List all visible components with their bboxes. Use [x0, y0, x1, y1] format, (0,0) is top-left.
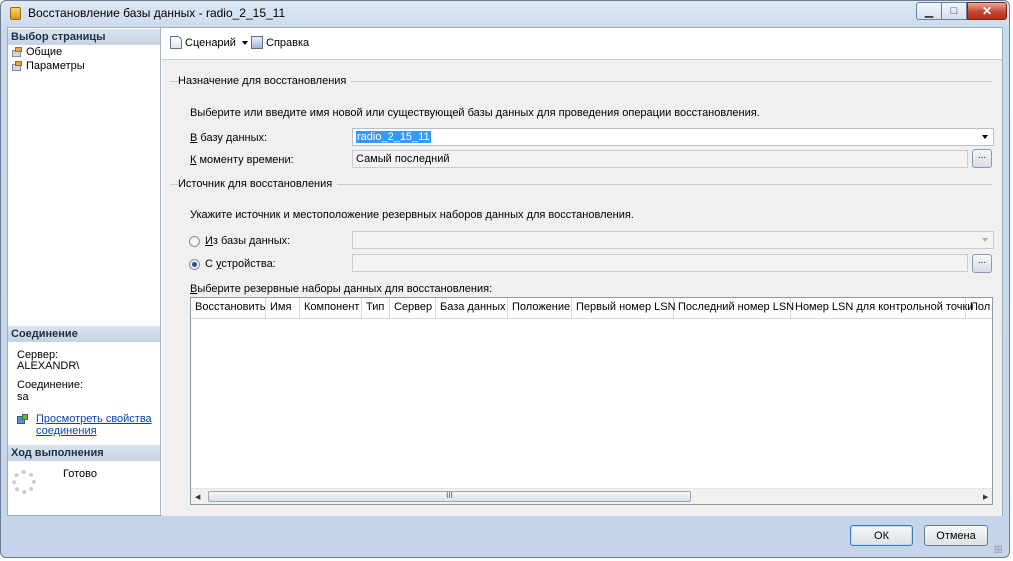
- help-label: Справка: [266, 36, 310, 49]
- select-page-header: Выбор страницы: [8, 29, 160, 45]
- from-device-browse-button[interactable]: ...: [972, 254, 992, 273]
- source-group-title: Источник для восстановления: [178, 178, 338, 190]
- point-in-time-browse-button[interactable]: ...: [972, 149, 992, 168]
- close-icon: ✕: [981, 4, 993, 18]
- column-header-server[interactable]: Сервер: [390, 298, 436, 318]
- column-header-last-lsn[interactable]: Последний номер LSN: [674, 298, 794, 318]
- scroll-thumb[interactable]: III: [208, 491, 691, 502]
- progress-header: Ход выполнения: [8, 445, 160, 461]
- from-device-radio[interactable]: [189, 259, 200, 270]
- title-bar: Восстановление базы данных - radio_2_15_…: [1, 1, 1007, 25]
- column-header-position[interactable]: Положение: [508, 298, 572, 318]
- window-title: Восстановление базы данных - radio_2_15_…: [28, 6, 286, 20]
- ok-button[interactable]: ОК: [850, 525, 913, 546]
- script-icon: [170, 36, 182, 49]
- minimize-icon: ▁: [924, 5, 934, 18]
- grid-header-row: Восстановить Имя Компонент Тип Сервер Ба…: [191, 298, 992, 319]
- database-icon: [10, 7, 21, 20]
- minimize-button[interactable]: ▁: [916, 2, 942, 20]
- connection-label: Соединение:: [17, 379, 84, 391]
- column-header-first-lsn[interactable]: Первый номер LSN: [572, 298, 676, 318]
- from-device-field: [352, 254, 968, 272]
- point-in-time-label: К моменту времени:: [190, 154, 294, 166]
- to-database-combobox[interactable]: radio_2_15_11: [352, 128, 994, 146]
- chevron-down-icon[interactable]: [982, 238, 988, 242]
- progress-spinner-icon: [12, 470, 36, 494]
- page-label: Общие: [26, 46, 63, 58]
- column-header-name[interactable]: Имя: [266, 298, 300, 318]
- page-item-general[interactable]: Общие: [12, 45, 62, 59]
- close-button[interactable]: ✕: [967, 2, 1007, 20]
- cancel-button[interactable]: Отмена: [924, 525, 988, 546]
- point-in-time-field: Самый последний: [352, 150, 968, 168]
- view-connection-properties-link[interactable]: Просмотреть свойства: [36, 414, 152, 425]
- server-value: ALEXANDR\: [17, 360, 80, 372]
- from-database-radio[interactable]: [189, 236, 200, 247]
- resize-grip-icon[interactable]: [994, 545, 1002, 553]
- page-label: Параметры: [26, 60, 85, 72]
- help-button[interactable]: Справка: [251, 36, 309, 49]
- column-header-type[interactable]: Тип: [362, 298, 390, 318]
- horizontal-scrollbar[interactable]: ◀ III ▶: [191, 488, 992, 504]
- backup-sets-label: Выберите резервные наборы данных для вос…: [190, 283, 493, 295]
- from-database-combobox[interactable]: [352, 231, 994, 249]
- column-header-partial[interactable]: Пол: [966, 298, 992, 318]
- chevron-down-icon[interactable]: [241, 40, 248, 45]
- column-header-checkpoint-lsn[interactable]: Номер LSN для контрольной точки: [791, 298, 973, 318]
- chevron-down-icon[interactable]: [982, 135, 988, 139]
- backup-sets-grid[interactable]: Восстановить Имя Компонент Тип Сервер Ба…: [190, 297, 993, 505]
- left-pane: Выбор страницы Общие Параметры Соединени…: [8, 28, 161, 515]
- scroll-right-icon[interactable]: ▶: [983, 493, 988, 501]
- page-icon: [12, 60, 23, 72]
- column-header-component[interactable]: Компонент: [300, 298, 362, 318]
- help-icon: [251, 36, 263, 49]
- connection-value: sa: [17, 391, 29, 403]
- column-header-database[interactable]: База данных: [436, 298, 508, 318]
- maximize-icon: □: [950, 5, 958, 17]
- to-database-value: radio_2_15_11: [356, 131, 431, 143]
- to-database-label: В базу данных:: [190, 132, 268, 144]
- progress-status: Готово: [63, 468, 97, 480]
- destination-group-title: Назначение для восстановления: [178, 75, 352, 87]
- toolbar: Сценарий Справка: [162, 28, 1002, 58]
- source-instruction: Укажите источник и местоположение резерв…: [190, 209, 634, 221]
- scroll-left-icon[interactable]: ◀: [195, 493, 200, 501]
- destination-instruction: Выберите или введите имя новой или сущес…: [190, 107, 760, 119]
- connection-header: Соединение: [8, 326, 160, 342]
- script-label: Сценарий: [185, 36, 236, 49]
- connection-properties-icon: [17, 414, 29, 425]
- page-item-options[interactable]: Параметры: [12, 59, 85, 73]
- page-icon: [12, 46, 23, 58]
- maximize-button[interactable]: □: [942, 2, 967, 20]
- view-connection-properties-link-cont[interactable]: соединения: [36, 426, 97, 437]
- column-header-restore[interactable]: Восстановить: [191, 298, 266, 318]
- from-device-label: С устройства:: [205, 258, 276, 270]
- from-database-label: Из базы данных:: [205, 235, 291, 247]
- script-button[interactable]: Сценарий: [170, 36, 248, 49]
